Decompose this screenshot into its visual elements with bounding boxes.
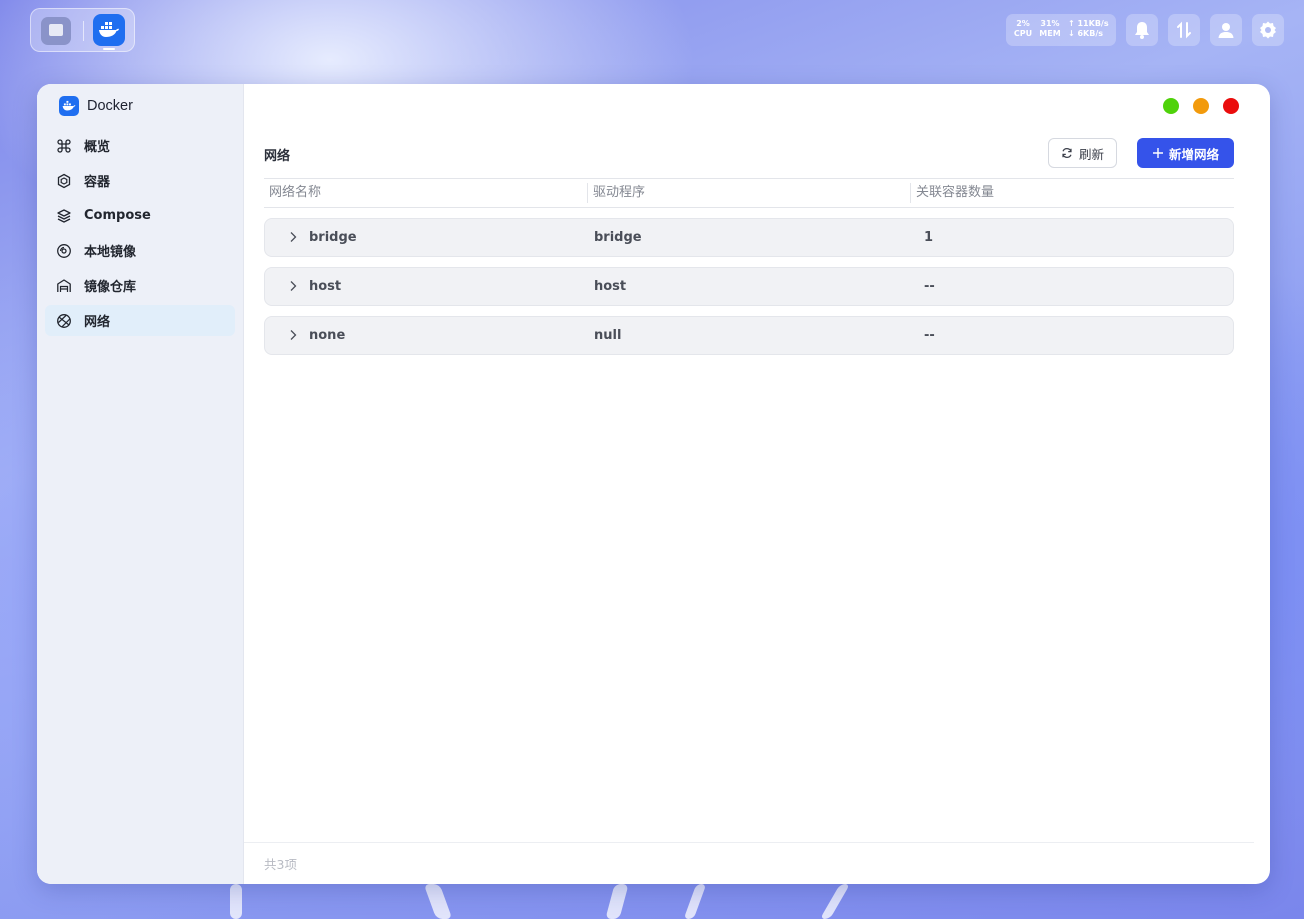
network-icon xyxy=(57,313,71,328)
network-table: bridge bridge 1 host host -- none null -… xyxy=(264,218,1234,365)
page-title: 网络 xyxy=(264,149,291,164)
sidebar-item-label: Compose xyxy=(84,208,151,223)
bell-icon xyxy=(1135,22,1149,39)
docker-window: Docker 概览 容器 Compose 本地镜像 镜像仓库 网络 网络 刷新 … xyxy=(37,84,1270,884)
network-name: bridge xyxy=(309,230,357,245)
user-icon xyxy=(1218,23,1234,38)
main-content: 网络 刷新 新增网络 网络名称 驱动程序 关联容器数量 bridge bridg… xyxy=(244,84,1270,884)
background-streak xyxy=(423,884,453,919)
sidebar-item-registry[interactable]: 镜像仓库 xyxy=(45,270,235,301)
add-network-button[interactable]: 新增网络 xyxy=(1137,138,1234,168)
app-header: Docker xyxy=(59,96,133,116)
layers-icon xyxy=(57,208,71,223)
system-stats[interactable]: 2% CPU 31% MEM ↑ 11KB/s ↓ 6KB/s xyxy=(1006,14,1116,46)
sidebar-item-label: 容器 xyxy=(84,175,111,190)
refresh-icon xyxy=(1062,148,1072,158)
gear-icon xyxy=(1260,21,1276,39)
sidebar-nav: 概览 容器 Compose 本地镜像 镜像仓库 网络 xyxy=(45,130,235,340)
user-button[interactable] xyxy=(1210,14,1242,46)
close-button[interactable] xyxy=(1223,98,1239,114)
docker-whale-icon xyxy=(99,22,119,37)
docker-whale-icon xyxy=(62,100,76,111)
transfer-button[interactable] xyxy=(1168,14,1200,46)
background-streak xyxy=(819,884,851,919)
settings-button[interactable] xyxy=(1252,14,1284,46)
network-driver: bridge xyxy=(594,230,642,245)
table-header: 网络名称 驱动程序 关联容器数量 xyxy=(264,178,1234,208)
refresh-label: 刷新 xyxy=(1078,146,1104,162)
mem-label: MEM xyxy=(1039,29,1061,38)
upload-speed: ↑ 11KB/s xyxy=(1068,19,1109,28)
chevron-right-icon[interactable] xyxy=(287,231,299,243)
chevron-right-icon[interactable] xyxy=(287,280,299,292)
app-title: Docker xyxy=(87,98,133,114)
maximize-button[interactable] xyxy=(1163,98,1179,114)
hexagon-icon xyxy=(57,173,71,188)
mem-stat: 31% MEM xyxy=(1038,19,1062,39)
command-icon xyxy=(57,138,71,153)
cpu-stat: 2% CPU xyxy=(1012,19,1034,39)
network-container-count: -- xyxy=(924,328,935,343)
table-row[interactable]: bridge bridge 1 xyxy=(264,218,1234,257)
disc-icon xyxy=(57,243,71,258)
network-driver: null xyxy=(594,328,622,343)
sidebar-item-label: 本地镜像 xyxy=(84,245,137,260)
item-count: 共3项 xyxy=(264,857,297,872)
background-streak xyxy=(683,884,707,919)
network-container-count: -- xyxy=(924,279,935,294)
column-header-driver: 驱动程序 xyxy=(593,185,646,200)
table-row[interactable]: host host -- xyxy=(264,267,1234,306)
table-row[interactable]: none null -- xyxy=(264,316,1234,355)
desktop-app-icon[interactable] xyxy=(41,17,71,45)
network-container-count: 1 xyxy=(924,230,934,245)
network-name: none xyxy=(309,328,346,343)
add-network-label: 新增网络 xyxy=(1168,146,1219,162)
sidebar-item-label: 网络 xyxy=(84,315,111,330)
network-speed: ↑ 11KB/s ↓ 6KB/s xyxy=(1068,19,1109,39)
background-streak xyxy=(605,884,629,919)
sidebar-item-local-images[interactable]: 本地镜像 xyxy=(45,235,235,266)
docker-logo-icon xyxy=(59,96,79,116)
mem-value: 31% xyxy=(1040,19,1060,28)
docker-app-icon[interactable] xyxy=(93,14,125,46)
transfer-icon xyxy=(1177,21,1191,39)
refresh-button[interactable]: 刷新 xyxy=(1048,138,1117,168)
sidebar-item-overview[interactable]: 概览 xyxy=(45,130,235,161)
column-header-name: 网络名称 xyxy=(269,185,322,200)
active-app-indicator xyxy=(103,48,115,50)
column-header-container-count: 关联容器数量 xyxy=(916,185,995,200)
sidebar-item-network[interactable]: 网络 xyxy=(45,305,235,336)
sidebar-item-compose[interactable]: Compose xyxy=(45,200,235,231)
sidebar-item-containers[interactable]: 容器 xyxy=(45,165,235,196)
dock-divider xyxy=(83,21,84,41)
footer-divider xyxy=(244,842,1254,843)
notification-button[interactable] xyxy=(1126,14,1158,46)
cpu-label: CPU xyxy=(1013,29,1033,38)
app-dock xyxy=(30,8,135,52)
sidebar-item-label: 概览 xyxy=(84,140,111,155)
cpu-value: 2% xyxy=(1016,19,1030,28)
plus-icon xyxy=(1152,148,1163,158)
chevron-right-icon[interactable] xyxy=(287,329,299,341)
network-name: host xyxy=(309,279,342,294)
download-speed: ↓ 6KB/s xyxy=(1068,29,1104,38)
sidebar: Docker 概览 容器 Compose 本地镜像 镜像仓库 网络 xyxy=(37,84,244,884)
minimize-button[interactable] xyxy=(1193,98,1209,114)
sidebar-item-label: 镜像仓库 xyxy=(84,280,137,295)
network-driver: host xyxy=(594,279,627,294)
background-streak xyxy=(230,884,242,919)
warehouse-icon xyxy=(57,278,71,292)
